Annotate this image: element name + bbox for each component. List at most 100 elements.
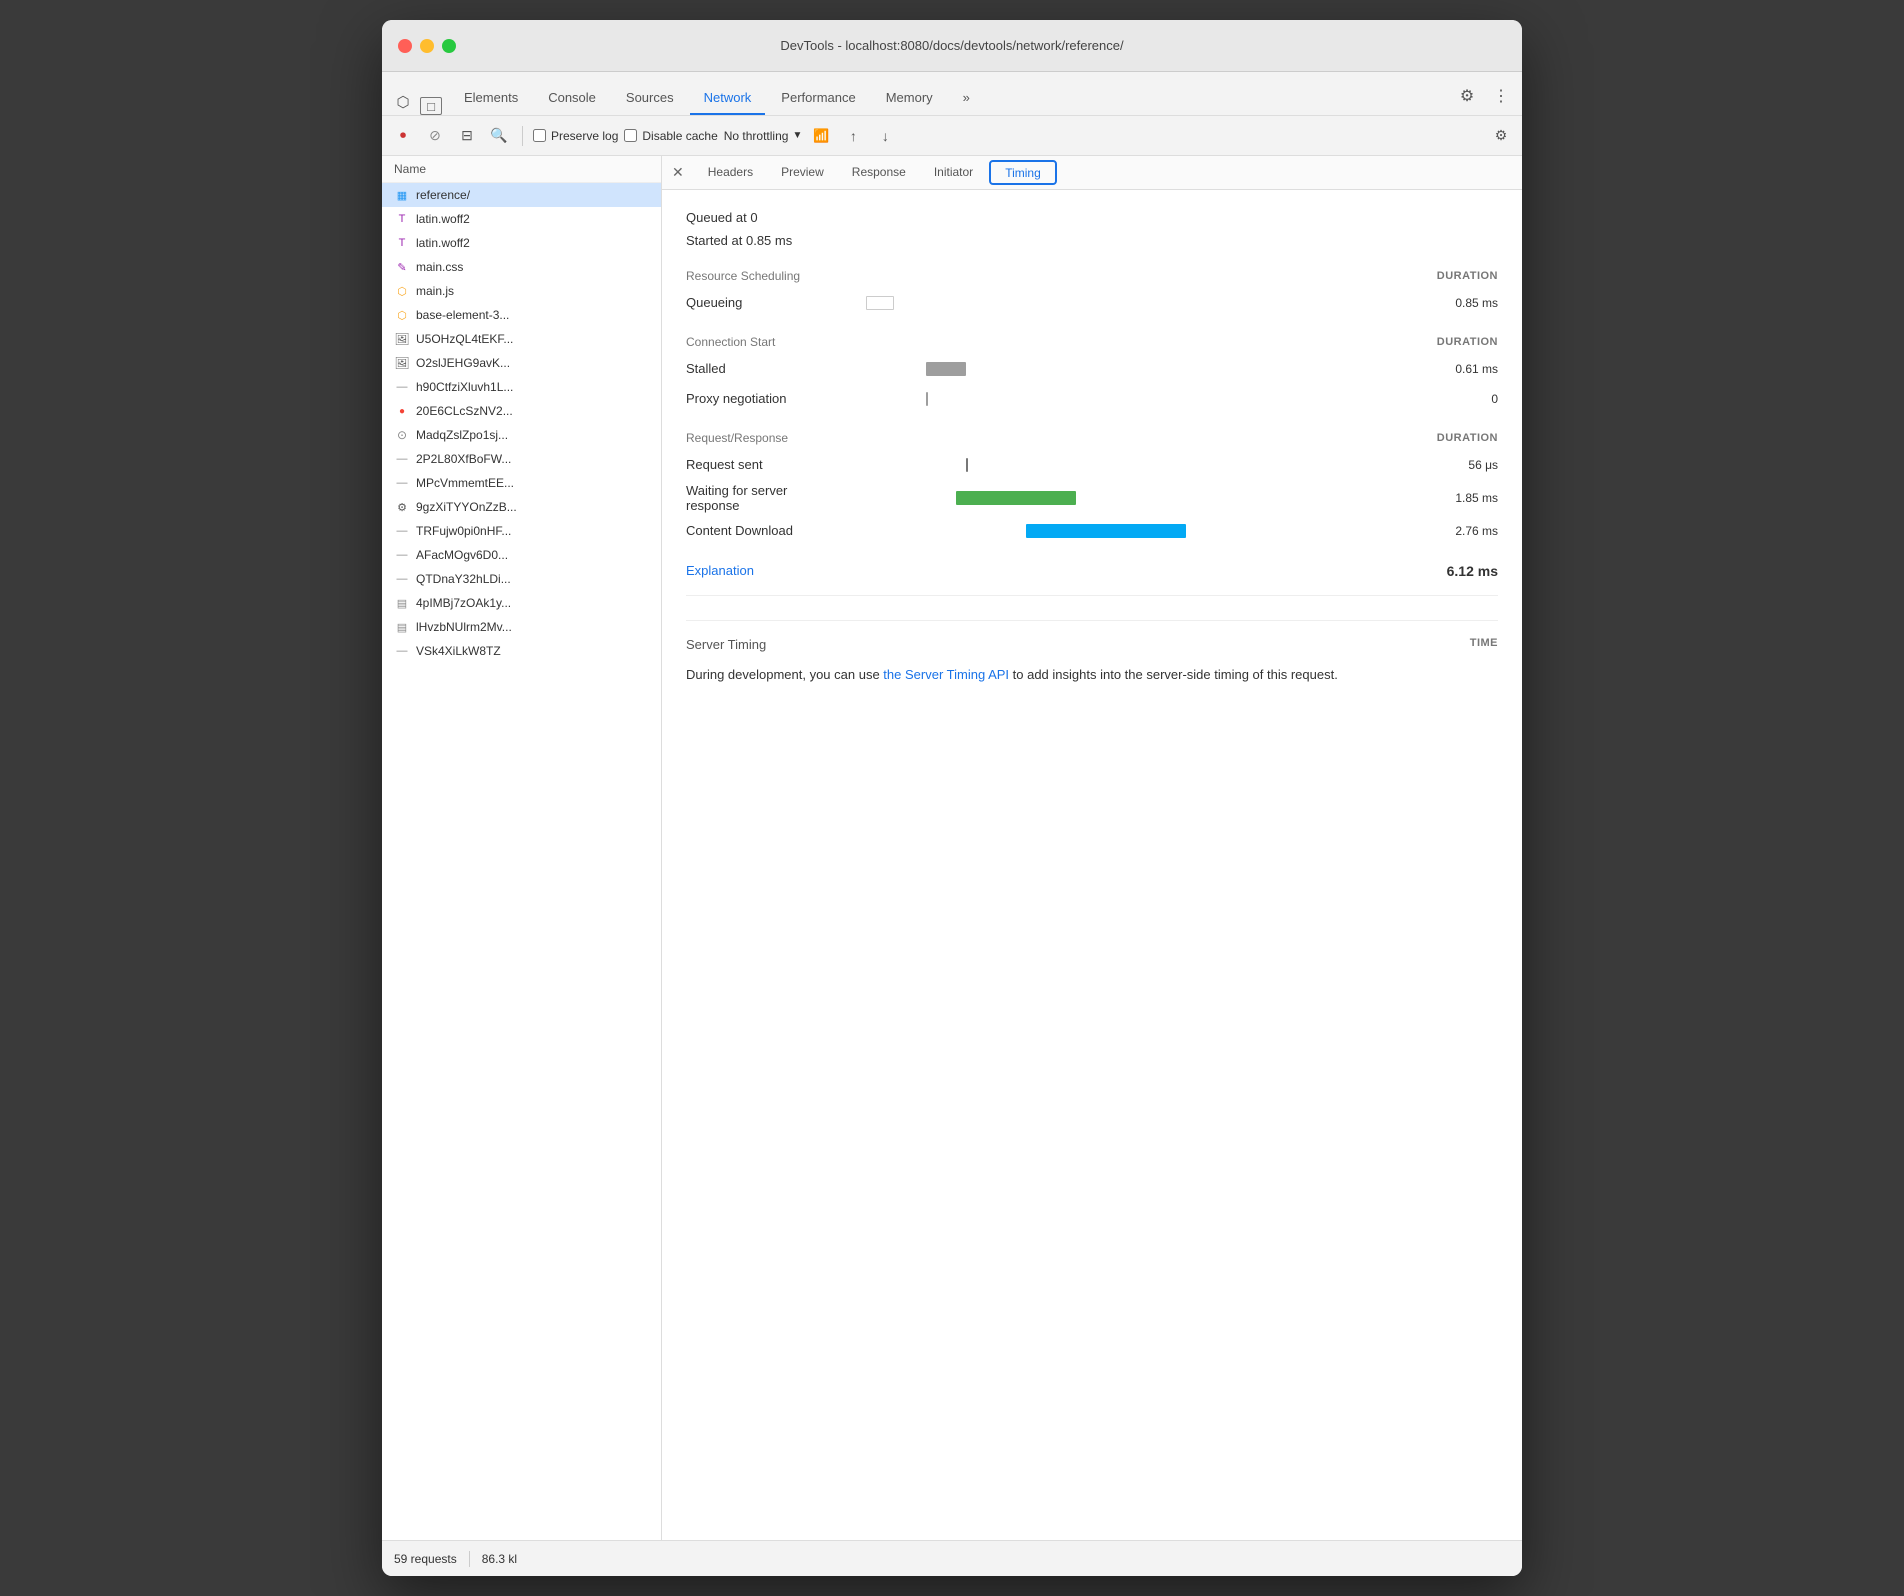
file-name-19: VSk4XiLkW8TZ <box>416 644 501 658</box>
tab-network[interactable]: Network <box>690 82 766 115</box>
wifi-icon[interactable]: 📶 <box>808 123 834 149</box>
explanation-link[interactable]: Explanation <box>686 563 754 578</box>
queueing-bar <box>866 296 894 310</box>
queueing-label: Queueing <box>686 295 866 310</box>
started-at-text: Started at 0.85 ms <box>686 229 1498 252</box>
waiting-value: 1.85 ms <box>1418 491 1498 505</box>
file-name-16: QTDnaY32hLDi... <box>416 572 511 586</box>
download-value: 2.76 ms <box>1418 524 1498 538</box>
file-icon-other-12: — <box>394 475 410 491</box>
tab-icons: ⚙ ⋮ <box>1454 83 1514 115</box>
maximize-button[interactable] <box>442 39 456 53</box>
sidebar-item-13[interactable]: ⚙ 9gzXiTYYOnZzB... <box>382 495 661 519</box>
connection-start-header: Connection Start DURATION <box>686 335 1498 349</box>
connection-start-section: Connection Start DURATION Stalled 0.61 m… <box>686 335 1498 411</box>
device-toggle-icon[interactable]: □ <box>420 97 442 115</box>
server-timing-header: Server Timing TIME <box>686 637 1498 652</box>
file-icon-other-11: — <box>394 451 410 467</box>
stalled-bar <box>926 362 966 376</box>
sidebar-item-9[interactable]: ● 20E6CLcSzNV2... <box>382 399 661 423</box>
file-icon-js-4: ⬡ <box>394 283 410 299</box>
sidebar-item-14[interactable]: — TRFujw0pi0nHF... <box>382 519 661 543</box>
server-timing-api-link[interactable]: the Server Timing API <box>883 667 1009 682</box>
waiting-label: Waiting for serverresponse <box>686 483 866 513</box>
sidebar-item-12[interactable]: — MPcVmmemtEE... <box>382 471 661 495</box>
upload-icon[interactable]: ↑ <box>840 123 866 149</box>
server-timing-title: Server Timing <box>686 637 766 652</box>
resource-scheduling-header: Resource Scheduling DURATION <box>686 269 1498 283</box>
connection-start-title: Connection Start <box>686 335 775 349</box>
file-icon-other-18: ▤ <box>394 619 410 635</box>
request-sent-bar <box>966 458 968 472</box>
detail-close-button[interactable]: ✕ <box>662 156 694 189</box>
file-name-2: latin.woff2 <box>416 236 470 250</box>
cursor-icon[interactable]: ⬡ <box>390 89 416 115</box>
server-timing-desc-end: to add insights into the server-side tim… <box>1009 667 1338 682</box>
settings-icon[interactable]: ⚙ <box>1454 83 1480 109</box>
titlebar: DevTools - localhost:8080/docs/devtools/… <box>382 20 1522 72</box>
disable-cache-label: Disable cache <box>642 129 717 143</box>
file-icon-img-7: 🖼 <box>394 355 410 371</box>
tab-console[interactable]: Console <box>534 82 610 115</box>
file-name-15: AFacMOgv6D0... <box>416 548 508 562</box>
server-timing-time-label: TIME <box>1470 637 1498 652</box>
queueing-bar-container <box>866 295 1418 311</box>
devtools-window: DevTools - localhost:8080/docs/devtools/… <box>382 20 1522 1576</box>
sidebar-item-17[interactable]: ▤ 4pIMBj7zOAk1y... <box>382 591 661 615</box>
sidebar-item-6[interactable]: 🖼 U5OHzQL4tEKF... <box>382 327 661 351</box>
tab-sources[interactable]: Sources <box>612 82 688 115</box>
sidebar-item-19[interactable]: — VSk4XiLkW8TZ <box>382 639 661 663</box>
filter-icon[interactable]: ⊟ <box>454 123 480 149</box>
server-timing-section: Server Timing TIME During development, y… <box>686 620 1498 686</box>
detail-tab-preview[interactable]: Preview <box>767 156 838 189</box>
tab-performance[interactable]: Performance <box>767 82 869 115</box>
more-options-icon[interactable]: ⋮ <box>1488 83 1514 109</box>
sidebar-item-15[interactable]: — AFacMOgv6D0... <box>382 543 661 567</box>
sidebar-item-8[interactable]: — h90CtfziXluvh1L... <box>382 375 661 399</box>
detail-tab-response[interactable]: Response <box>838 156 920 189</box>
sidebar-item-1[interactable]: T latin.woff2 <box>382 207 661 231</box>
throttle-select[interactable]: No throttling ▼ <box>724 129 803 143</box>
sidebar-item-16[interactable]: — QTDnaY32hLDi... <box>382 567 661 591</box>
file-name-8: h90CtfziXluvh1L... <box>416 380 513 394</box>
file-name-1: latin.woff2 <box>416 212 470 226</box>
disable-cache-checkbox[interactable]: Disable cache <box>624 129 717 143</box>
stop-icon[interactable]: ⊘ <box>422 123 448 149</box>
sidebar-item-11[interactable]: — 2P2L80XfBoFW... <box>382 447 661 471</box>
download-icon[interactable]: ↓ <box>872 123 898 149</box>
minimize-button[interactable] <box>420 39 434 53</box>
sidebar-item-18[interactable]: ▤ lHvzbNUlrm2Mv... <box>382 615 661 639</box>
detail-tab-initiator[interactable]: Initiator <box>920 156 987 189</box>
file-icon-other-16: — <box>394 571 410 587</box>
tab-memory[interactable]: Memory <box>872 82 947 115</box>
download-bar-container <box>866 523 1418 539</box>
detail-tab-headers[interactable]: Headers <box>694 156 767 189</box>
file-name-11: 2P2L80XfBoFW... <box>416 452 511 466</box>
sidebar-item-4[interactable]: ⬡ main.js <box>382 279 661 303</box>
close-button[interactable] <box>398 39 412 53</box>
preserve-log-checkbox[interactable]: Preserve log <box>533 129 618 143</box>
section-divider <box>686 595 1498 596</box>
sidebar-item-2[interactable]: T latin.woff2 <box>382 231 661 255</box>
disable-cache-input[interactable] <box>624 129 637 142</box>
resource-scheduling-section: Resource Scheduling DURATION Queueing 0.… <box>686 269 1498 315</box>
timing-row-proxy: Proxy negotiation 0 <box>686 387 1498 411</box>
sidebar-item-3[interactable]: ✎ main.css <box>382 255 661 279</box>
sidebar-item-0[interactable]: ▦ reference/ <box>382 183 661 207</box>
download-label: Content Download <box>686 523 866 538</box>
sidebar-item-5[interactable]: ⬡ base-element-3... <box>382 303 661 327</box>
request-sent-value: 56 μs <box>1418 458 1498 472</box>
sidebar-item-10[interactable]: ⊙ MadqZslZpo1sj... <box>382 423 661 447</box>
queued-at-text: Queued at 0 <box>686 206 1498 229</box>
preserve-log-input[interactable] <box>533 129 546 142</box>
search-icon[interactable]: 🔍 <box>486 123 512 149</box>
detail-tab-timing[interactable]: Timing <box>989 160 1057 185</box>
tab-more[interactable]: » <box>949 82 984 115</box>
network-settings-icon[interactable]: ⚙ <box>1488 123 1514 149</box>
record-icon[interactable]: ⏺ <box>390 123 416 149</box>
sidebar-item-7[interactable]: 🖼 O2slJEHG9avK... <box>382 351 661 375</box>
tab-elements[interactable]: Elements <box>450 82 532 115</box>
file-icon-font-1: T <box>394 211 410 227</box>
waiting-bar <box>956 491 1076 505</box>
request-response-title: Request/Response <box>686 431 788 445</box>
